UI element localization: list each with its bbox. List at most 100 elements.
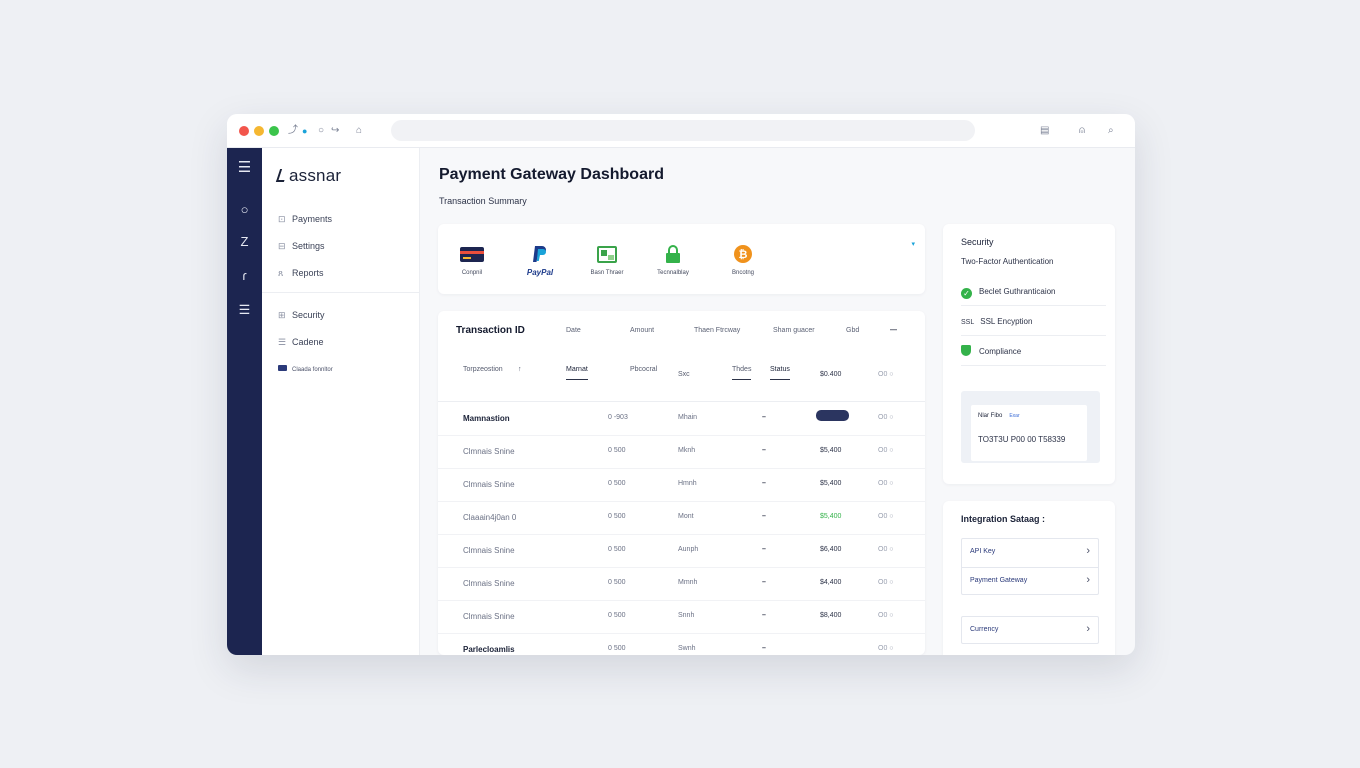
cell-method: – [762,513,766,520]
two-factor-label[interactable]: Two-Factor Authentication [961,257,1054,266]
sidebar-divider [262,292,420,293]
table-row[interactable]: Clmnais Snine 0 500 Snnh – $8,400 O0 ○ [438,600,925,633]
bitcoin-icon: ₿ [713,244,773,264]
browser-window: ⤴ ● ○ ↪ ⌂ ▤ ⍝ ⌕ ☰ ○ Z ɾ ☰ assnar ⊡ Paymen… [227,114,1135,655]
row-actions-label: O0 [878,414,888,421]
cell-date: 0 500 [608,480,626,487]
chevron-right-icon: › [1086,623,1090,635]
sidebar-item-reports[interactable]: ጸ Reports [278,267,324,279]
ssl-icon: SSL [961,319,975,326]
column-header-amount[interactable]: Amount [630,327,654,334]
bank-transfer-icon [577,244,637,264]
row-menu-icon: ○ [887,645,894,652]
cell-value: $5,400 [820,513,842,520]
calendar-icon[interactable]: ▤ [1040,124,1049,138]
table-row[interactable]: Clmnais Snine 0 500 Mknh – $5,400 O0 ○ [438,435,925,468]
home-icon[interactable]: ⌂ [356,124,362,138]
filter-processor[interactable]: Pbcocral [630,366,657,373]
sidebar-item-payments[interactable]: ⊡ Payments [278,213,332,225]
integration-item-currency[interactable]: Currency › [961,616,1099,644]
column-header-method[interactable]: Thaen Ftrcway [694,327,740,334]
refresh-icon[interactable]: ● [302,124,307,138]
cell-value: $5,400 [820,480,842,487]
menu-icon[interactable]: ☰ [227,160,262,176]
sidebar-item-settings[interactable]: ⊟ Settings [278,240,325,252]
filter-trades[interactable]: Thdes [732,366,752,380]
brand-logo[interactable]: assnar [275,166,341,186]
sidebar: assnar ⊡ Payments ⊟ Settings ጸ Reports ⊞ Sec… [262,148,420,655]
table-row[interactable]: Mamnastion 0 -903 Mhain – O0 ○ [438,402,925,435]
row-actions[interactable]: O0 ○ [878,645,894,652]
security-item-ssl[interactable]: SSL SSL Encyption [961,307,1106,336]
column-header-gbd[interactable]: Gbd [846,327,859,334]
row-actions-label: O0 [878,546,888,553]
status-pill[interactable] [816,410,849,421]
row-actions[interactable]: O0 ○ [878,612,894,619]
filter-status[interactable]: Status [770,366,790,380]
integration-item-payment-gateway[interactable]: Payment Gateway › [961,567,1099,595]
minimize-window-button[interactable] [254,126,264,136]
cell-transaction-id: Clmnais Snine [463,447,515,456]
z-icon[interactable]: Z [227,234,262,250]
sidebar-item-cadene[interactable]: ☰ Cadene [278,336,324,348]
page-subtitle: Transaction Summary [439,196,527,206]
sort-arrow-icon[interactable]: ↑ [518,366,522,373]
user-icon: ጸ [278,268,284,278]
cell-amount: Aunph [678,546,699,553]
method-paypal[interactable]: PayPal [510,244,570,277]
circle-icon[interactable]: ○ [227,202,262,218]
sidebar-item-security[interactable]: ⊞ Security [278,309,325,321]
column-header-status[interactable]: Sham guacer [773,327,815,334]
row-actions[interactable]: O0 ○ [878,414,894,421]
cell-date: 0 500 [608,579,626,586]
security-item-compliance[interactable]: Compliance [961,337,1106,366]
bell-icon[interactable]: ⍝ [1079,124,1085,138]
filter-transaction[interactable]: Torpzeostion [463,366,503,373]
address-bar[interactable] [391,120,975,141]
table-row[interactable]: Claaain4j0an 0 0 500 Mont – $5,400 O0 ○ [438,501,925,534]
filter-options[interactable]: O0 ○ [878,371,894,378]
filter-sxc[interactable]: Sxc [678,371,690,378]
row-actions-label: O0 [878,447,888,454]
forward-icon[interactable]: ↪ [331,124,339,138]
filter-merchant[interactable]: Marnat [566,366,588,380]
collapse-arrow-icon[interactable]: ▾ [911,240,915,248]
column-header-date[interactable]: Date [566,327,581,334]
filter-amount-value[interactable]: $0.400 [820,371,841,378]
table-row[interactable]: Clmnais Snine 0 500 Mmnh – $4,400 O0 ○ [438,567,925,600]
cell-amount: Snnh [678,612,695,619]
cell-amount: Hmnh [678,480,697,487]
table-row[interactable]: Parlecloamlis 0 500 Swnh – O0 ○ [438,633,925,655]
cell-date: 0 500 [608,612,626,619]
sidebar-item-claada[interactable]: Claada fonnltor [278,364,333,376]
lines-icon[interactable]: ☰ [227,302,262,318]
method-card[interactable]: Conpnil [442,244,502,276]
cell-date: 0 -903 [608,414,628,421]
column-header-transaction-id[interactable]: Transaction ID [456,325,525,336]
cell-transaction-id: Clmnais Snine [463,480,515,489]
row-actions[interactable]: O0 ○ [878,513,894,520]
row-actions[interactable]: O0 ○ [878,447,894,454]
table-row[interactable]: Clmnais Snine 0 500 Hmnh – $5,400 O0 ○ [438,468,925,501]
close-window-button[interactable] [239,126,249,136]
method-bank-transfer[interactable]: Basn Thraer [577,244,637,276]
cell-method: – [762,579,766,586]
integration-item-api-key[interactable]: API Key › [961,538,1099,567]
column-menu-button[interactable]: — [890,327,897,334]
r-icon[interactable]: ɾ [227,268,262,284]
key-link[interactable]: Exar [1009,413,1019,419]
search-icon[interactable]: ⌕ [1108,124,1114,138]
method-bitcoin[interactable]: ₿ Bncotng [713,244,773,276]
cell-method: – [762,447,766,454]
row-actions[interactable]: O0 ○ [878,579,894,586]
table-row[interactable]: Clmnais Snine 0 500 Aunph – $6,400 O0 ○ [438,534,925,567]
method-technology[interactable]: Tecnnalblay [643,244,703,276]
cell-value: $8,400 [820,612,842,619]
row-actions[interactable]: O0 ○ [878,546,894,553]
maximize-window-button[interactable] [269,126,279,136]
circle-icon[interactable]: ○ [318,124,324,138]
cell-method: – [762,480,766,487]
row-actions[interactable]: O0 ○ [878,480,894,487]
security-item-authentication[interactable]: ✓ Beclet Guthranticaion [961,277,1106,306]
back-arrow-icon[interactable]: ⤴ [288,124,298,138]
